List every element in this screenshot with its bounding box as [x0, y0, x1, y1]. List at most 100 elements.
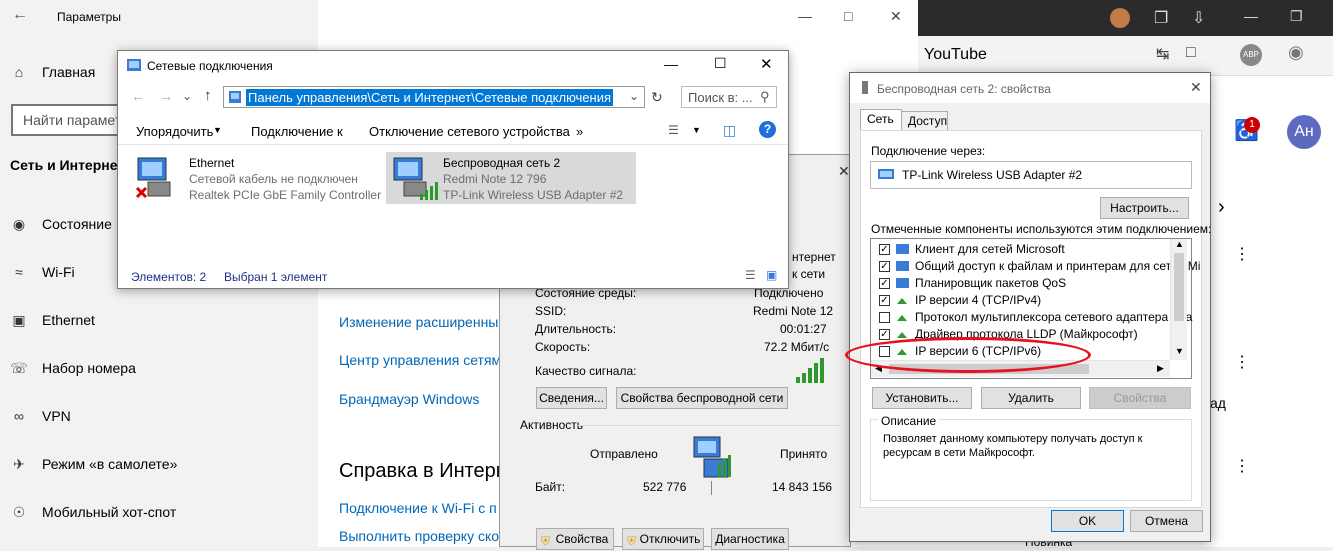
more-commands-icon[interactable]: »	[576, 124, 583, 139]
bookmarks-icon[interactable]: ❐	[1154, 8, 1168, 28]
details-view-icon[interactable]: ☰	[745, 268, 756, 282]
refresh-icon[interactable]: ↻	[651, 89, 663, 106]
view-options-icon[interactable]: ☰	[668, 123, 679, 137]
nav-dialup-label: Набор номера	[42, 360, 136, 376]
ethernet-item[interactable]: Ethernet Сетевой кабель не подключен Rea…	[132, 152, 382, 204]
minimize-icon[interactable]: —	[1244, 8, 1258, 24]
back-icon[interactable]: ←	[131, 88, 145, 104]
component-properties-button[interactable]: Свойства	[1089, 387, 1191, 409]
maximize-icon[interactable]: □	[844, 8, 852, 24]
browser-topbar: ❐ ⇩ — ❐	[918, 0, 1333, 36]
nav-airplane[interactable]: ✈ Режим «в самолете»	[10, 452, 290, 480]
checkbox[interactable]: ✓	[879, 329, 890, 340]
component-item[interactable]: ✓ Планировщик пакетов QoS	[871, 275, 1171, 292]
nav-ethernet-label: Ethernet	[42, 312, 95, 328]
share-icon[interactable]: ↹	[1156, 44, 1169, 64]
nav-ethernet[interactable]: ▣ Ethernet	[10, 308, 290, 336]
forward-icon[interactable]: →	[159, 88, 173, 104]
titlebar: Беспроводная сеть 2: свойства ✕	[850, 73, 1210, 103]
component-item[interactable]: ✓ Общий доступ к файлам и принтерам для …	[871, 258, 1200, 275]
chevron-right-icon[interactable]: ›	[1218, 196, 1225, 219]
network-computers-icon	[693, 436, 731, 478]
close-icon[interactable]: ✕	[890, 8, 902, 25]
partial-label: к сети	[792, 267, 826, 281]
close-icon[interactable]: ✕	[760, 55, 773, 73]
vertical-scrollbar[interactable]: ▲ ▼	[1170, 239, 1187, 360]
back-arrow-icon[interactable]: ←	[12, 6, 28, 24]
extension-icon[interactable]	[1110, 8, 1130, 28]
close-icon[interactable]: ✕	[1190, 79, 1202, 96]
scroll-up-icon[interactable]: ▲	[1175, 239, 1184, 249]
globe-icon[interactable]: ◉	[1288, 42, 1304, 63]
link-firewall[interactable]: Брандмауэр Windows	[339, 391, 479, 407]
search-input[interactable]: Поиск в: ... ⚲	[681, 86, 777, 108]
scroll-down-icon[interactable]: ▼	[1175, 346, 1184, 356]
adblock-icon[interactable]: ABP	[1240, 44, 1262, 66]
caret-down-icon[interactable]: ▼	[692, 125, 701, 135]
link-speed-test[interactable]: Выполнить проверку ско	[339, 528, 499, 544]
checkbox[interactable]	[879, 312, 890, 323]
protocol-icon	[897, 298, 907, 304]
scroll-right-icon[interactable]: ▶	[1157, 363, 1164, 374]
stat-value: 72.2 Мбит/с	[764, 340, 830, 354]
checkbox[interactable]: ✓	[879, 278, 890, 289]
chevron-down-icon[interactable]: ⌄	[629, 89, 639, 103]
nav-vpn-label: VPN	[42, 408, 71, 424]
component-item[interactable]: ✓ Клиент для сетей Microsoft	[871, 241, 1171, 258]
ok-button[interactable]: OK	[1051, 510, 1124, 532]
client-icon	[896, 244, 909, 254]
checkbox[interactable]: ✓	[879, 244, 890, 255]
vpn-icon: ∞	[14, 408, 24, 424]
protocol-icon	[897, 315, 907, 321]
bookmark-icon[interactable]: □	[1186, 44, 1196, 62]
disable-device-command[interactable]: Отключение сетевого устройства	[369, 124, 570, 139]
up-icon[interactable]: ↑	[204, 87, 212, 104]
nav-vpn[interactable]: ∞ VPN	[10, 404, 290, 432]
scroll-thumb[interactable]	[1174, 253, 1184, 321]
remove-button[interactable]: Удалить	[981, 387, 1081, 409]
wireless-item[interactable]: Беспроводная сеть 2 Redmi Note 12 796 TP…	[386, 152, 636, 204]
more-icon[interactable]: ⋮	[1234, 352, 1250, 372]
address-text[interactable]: Панель управления\Сеть и Интернет\Сетевы…	[246, 89, 614, 106]
more-icon[interactable]: ⋮	[1234, 244, 1250, 264]
close-icon[interactable]: ✕	[838, 163, 850, 180]
preview-pane-icon[interactable]: ◫	[723, 122, 736, 139]
component-name: IP версии 4 (TCP/IPv4)	[915, 293, 1042, 307]
minimize-icon[interactable]: —	[798, 8, 812, 24]
tab-network[interactable]: Сеть	[860, 109, 902, 131]
details-button[interactable]: Сведения...	[536, 387, 607, 409]
chevron-down-icon[interactable]: ⌄	[182, 89, 192, 103]
signal-bars-icon	[796, 358, 824, 383]
configure-button[interactable]: Настроить...	[1100, 197, 1189, 219]
address-bar[interactable]: Панель управления\Сеть и Интернет\Сетевы…	[223, 86, 645, 108]
tab-title[interactable]: YouTube	[924, 46, 987, 64]
install-button[interactable]: Установить...	[872, 387, 972, 409]
component-item[interactable]: ✓ IP версии 4 (TCP/IPv4)	[871, 292, 1171, 309]
tab-sharing[interactable]: Доступ	[901, 111, 948, 131]
component-item[interactable]: Протокол мультиплексора сетевого адаптер…	[871, 309, 1192, 326]
restore-icon[interactable]: ❐	[1290, 8, 1303, 25]
organize-menu[interactable]: Упорядочить	[136, 124, 213, 139]
highlight-oval	[845, 337, 1091, 373]
wifi-icon: ≈	[15, 264, 23, 280]
large-icons-view-icon[interactable]: ▣	[766, 268, 777, 282]
avatar[interactable]: Ан	[1287, 115, 1321, 149]
nav-dialup[interactable]: ☏ Набор номера	[10, 356, 290, 384]
link-network-center[interactable]: Центр управления сетями	[339, 352, 509, 368]
download-icon[interactable]: ⇩	[1192, 8, 1205, 28]
connect-to-command[interactable]: Подключение к	[251, 124, 343, 139]
more-icon[interactable]: ⋮	[1234, 456, 1250, 476]
link-advanced[interactable]: Изменение расширенных	[339, 314, 505, 330]
search-placeholder: Поиск в: ...	[688, 90, 753, 105]
minimize-icon[interactable]: —	[664, 56, 678, 72]
help-icon[interactable]: ?	[759, 121, 776, 138]
maximize-icon[interactable]: ☐	[714, 55, 727, 72]
link-wifi-help[interactable]: Подключение к Wi-Fi с п	[339, 500, 497, 516]
stat-label: Скорость:	[535, 340, 591, 354]
checkbox[interactable]: ✓	[879, 261, 890, 272]
nav-hotspot[interactable]: ☉ Мобильный хот-спот	[10, 500, 290, 528]
cancel-button[interactable]: Отмена	[1130, 510, 1203, 532]
checkbox[interactable]: ✓	[879, 295, 890, 306]
wireless-properties-button[interactable]: Свойства беспроводной сети	[616, 387, 788, 409]
settings-title: Параметры	[57, 10, 121, 24]
